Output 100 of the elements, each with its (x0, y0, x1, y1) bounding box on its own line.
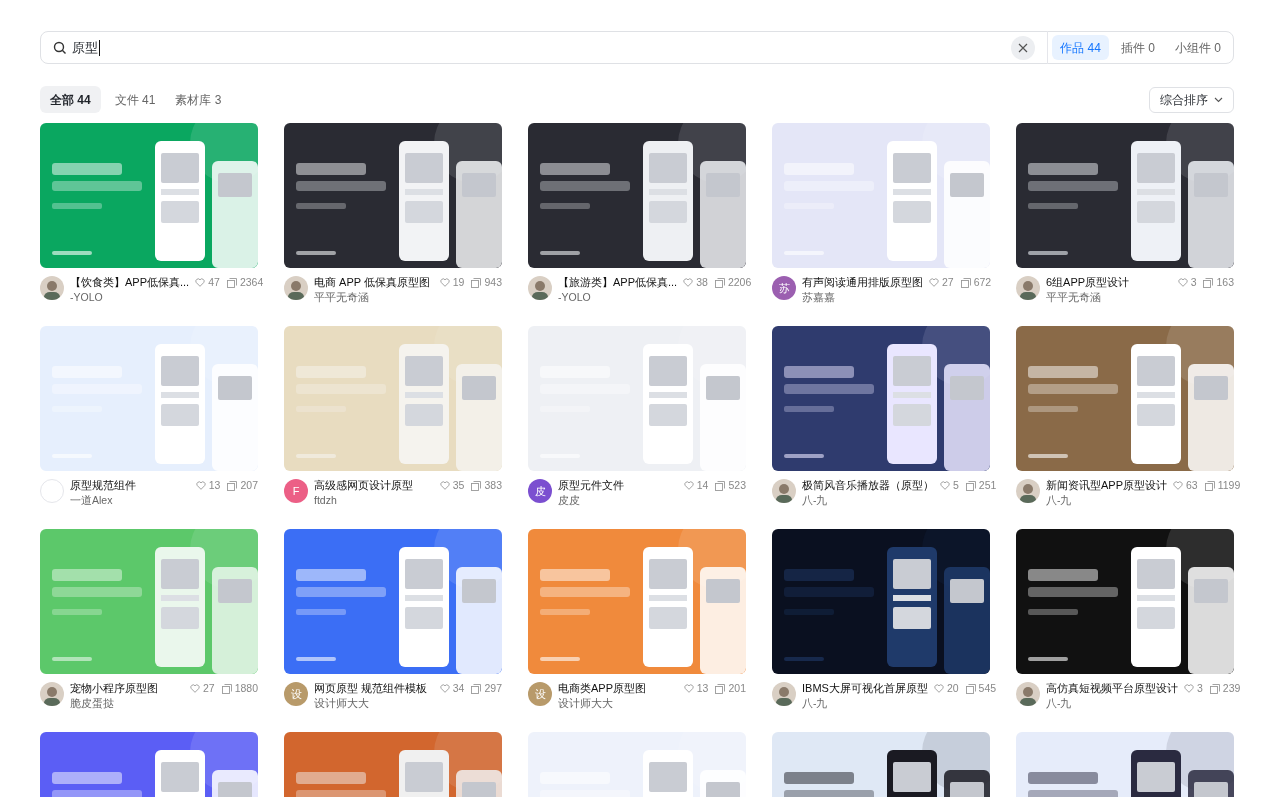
heart-icon (195, 481, 206, 491)
copy-icon (471, 277, 482, 288)
card-title[interactable]: 有声阅读通用排版原型图 (802, 274, 923, 290)
duplicate-count: 207 (240, 478, 258, 493)
avatar: 皮 (528, 479, 552, 503)
duplicate-count: 297 (484, 681, 502, 696)
card-title[interactable]: IBMS大屏可视化首屏原型 (802, 680, 928, 696)
filter-tab[interactable]: 文件 41 (108, 86, 162, 113)
author-name: 设计师大大 (314, 696, 370, 711)
copy-icon (227, 480, 238, 491)
heart-icon (439, 278, 450, 288)
duplicate-count: 943 (484, 275, 502, 290)
heart-icon (1173, 481, 1183, 491)
card-title[interactable]: 电商 APP 低保真原型图 (314, 274, 430, 290)
heart-icon (683, 481, 694, 491)
heart-icon (683, 278, 694, 288)
author-name: 苏嘉嘉 (802, 290, 836, 305)
author-name: 设计师大大 (558, 696, 614, 711)
copy-icon (965, 480, 976, 491)
card-title[interactable]: 高级感网页设计原型 (314, 477, 413, 493)
like-count: 34 (452, 681, 465, 696)
like-count: 47 (208, 275, 220, 290)
heart-icon (439, 481, 450, 491)
like-count: 13 (208, 478, 221, 493)
avatar: 设 (528, 682, 552, 706)
duplicate-count: 163 (1216, 275, 1234, 290)
card-title[interactable]: 极简风音乐播放器（原型） (802, 477, 934, 493)
search-tab[interactable]: 作品 44 (1052, 35, 1109, 60)
card-title[interactable]: 【旅游类】APP低保真... (558, 274, 678, 290)
like-count: 3 (1190, 275, 1197, 290)
card-title[interactable]: 原型元件文件 (558, 477, 624, 493)
copy-icon (471, 683, 482, 694)
author-name: 皮皮 (558, 493, 581, 508)
like-count: 5 (953, 478, 959, 493)
card-title[interactable]: 【饮食类】APP低保真... (70, 274, 190, 290)
like-count: 27 (202, 681, 215, 696)
author-name: 八-九 (802, 696, 829, 711)
duplicate-count: 672 (973, 275, 992, 290)
heart-icon (195, 278, 206, 288)
card-title[interactable]: 6组APP原型设计 (1046, 274, 1130, 290)
search-tab[interactable]: 插件 0 (1112, 35, 1163, 60)
duplicate-count: 239 (1222, 681, 1241, 696)
card-title[interactable]: 原型规范组件 (70, 477, 136, 493)
copy-icon (1203, 277, 1214, 288)
duplicate-count: 2364 (239, 275, 264, 290)
avatar: 苏 (772, 276, 796, 300)
duplicate-count: 201 (728, 681, 746, 696)
author-name: ftdzh (314, 493, 338, 508)
card-title[interactable]: 新闻资讯型APP原型设计 (1046, 477, 1167, 493)
clear-button[interactable] (1011, 35, 1036, 60)
close-icon (1018, 42, 1029, 53)
chevron-down-icon (1214, 96, 1223, 103)
like-count: 14 (696, 478, 709, 493)
filter-tab[interactable]: 素材库 3 (169, 86, 228, 113)
author-name: 一道Alex (70, 493, 114, 508)
author-name: -YOLO (70, 290, 104, 305)
search-tab[interactable]: 小组件 0 (1167, 35, 1229, 60)
copy-icon (715, 480, 726, 491)
author-name: 八-九 (1046, 696, 1073, 711)
copy-icon (221, 683, 232, 694)
author-name: -YOLO (558, 290, 592, 305)
copy-icon (226, 277, 237, 288)
copy-icon (715, 683, 726, 694)
duplicate-count: 2206 (727, 275, 752, 290)
avatar: F (284, 479, 308, 503)
card-title[interactable]: 宠物小程序原型图 (70, 680, 158, 696)
like-count: 20 (946, 681, 959, 696)
heart-icon (1184, 684, 1194, 694)
copy-icon (471, 480, 482, 491)
sort-dropdown[interactable]: 综合排序 (1149, 86, 1234, 113)
heart-icon (940, 481, 950, 491)
author-name: 平平无奇涵 (1046, 290, 1102, 305)
filter-tab[interactable]: 全部 44 (40, 86, 101, 113)
like-count: 13 (696, 681, 709, 696)
copy-icon (965, 683, 976, 694)
like-count: 27 (942, 275, 954, 290)
like-count: 19 (452, 275, 465, 290)
heart-icon (929, 278, 939, 288)
search-field[interactable]: 原型 作品 44 插件 0 小组件 0 (40, 31, 1234, 64)
avatar (40, 479, 64, 503)
avatar: 设 (284, 682, 308, 706)
heart-icon (933, 684, 944, 694)
author-name: 八-九 (802, 493, 829, 508)
copy-icon (714, 277, 725, 288)
card-title[interactable]: 电商类APP原型图 (558, 680, 646, 696)
author-name: 平平无奇涵 (314, 290, 370, 305)
heart-icon (683, 684, 694, 694)
duplicate-count: 383 (484, 478, 502, 493)
heart-icon (189, 684, 200, 694)
heart-icon (439, 684, 450, 694)
like-count: 35 (452, 478, 465, 493)
author-name: 脆皮蛋挞 (70, 696, 115, 711)
search-icon (53, 40, 67, 55)
duplicate-count: 523 (728, 478, 746, 493)
duplicate-count: 1880 (234, 681, 258, 696)
copy-icon (1209, 683, 1220, 694)
card-title[interactable]: 网页原型 规范组件模板 (314, 680, 428, 696)
duplicate-count: 1199 (1217, 478, 1241, 493)
card-title[interactable]: 高仿真短视频平台原型设计 (1046, 680, 1178, 696)
author-name: 八-九 (1046, 493, 1073, 508)
